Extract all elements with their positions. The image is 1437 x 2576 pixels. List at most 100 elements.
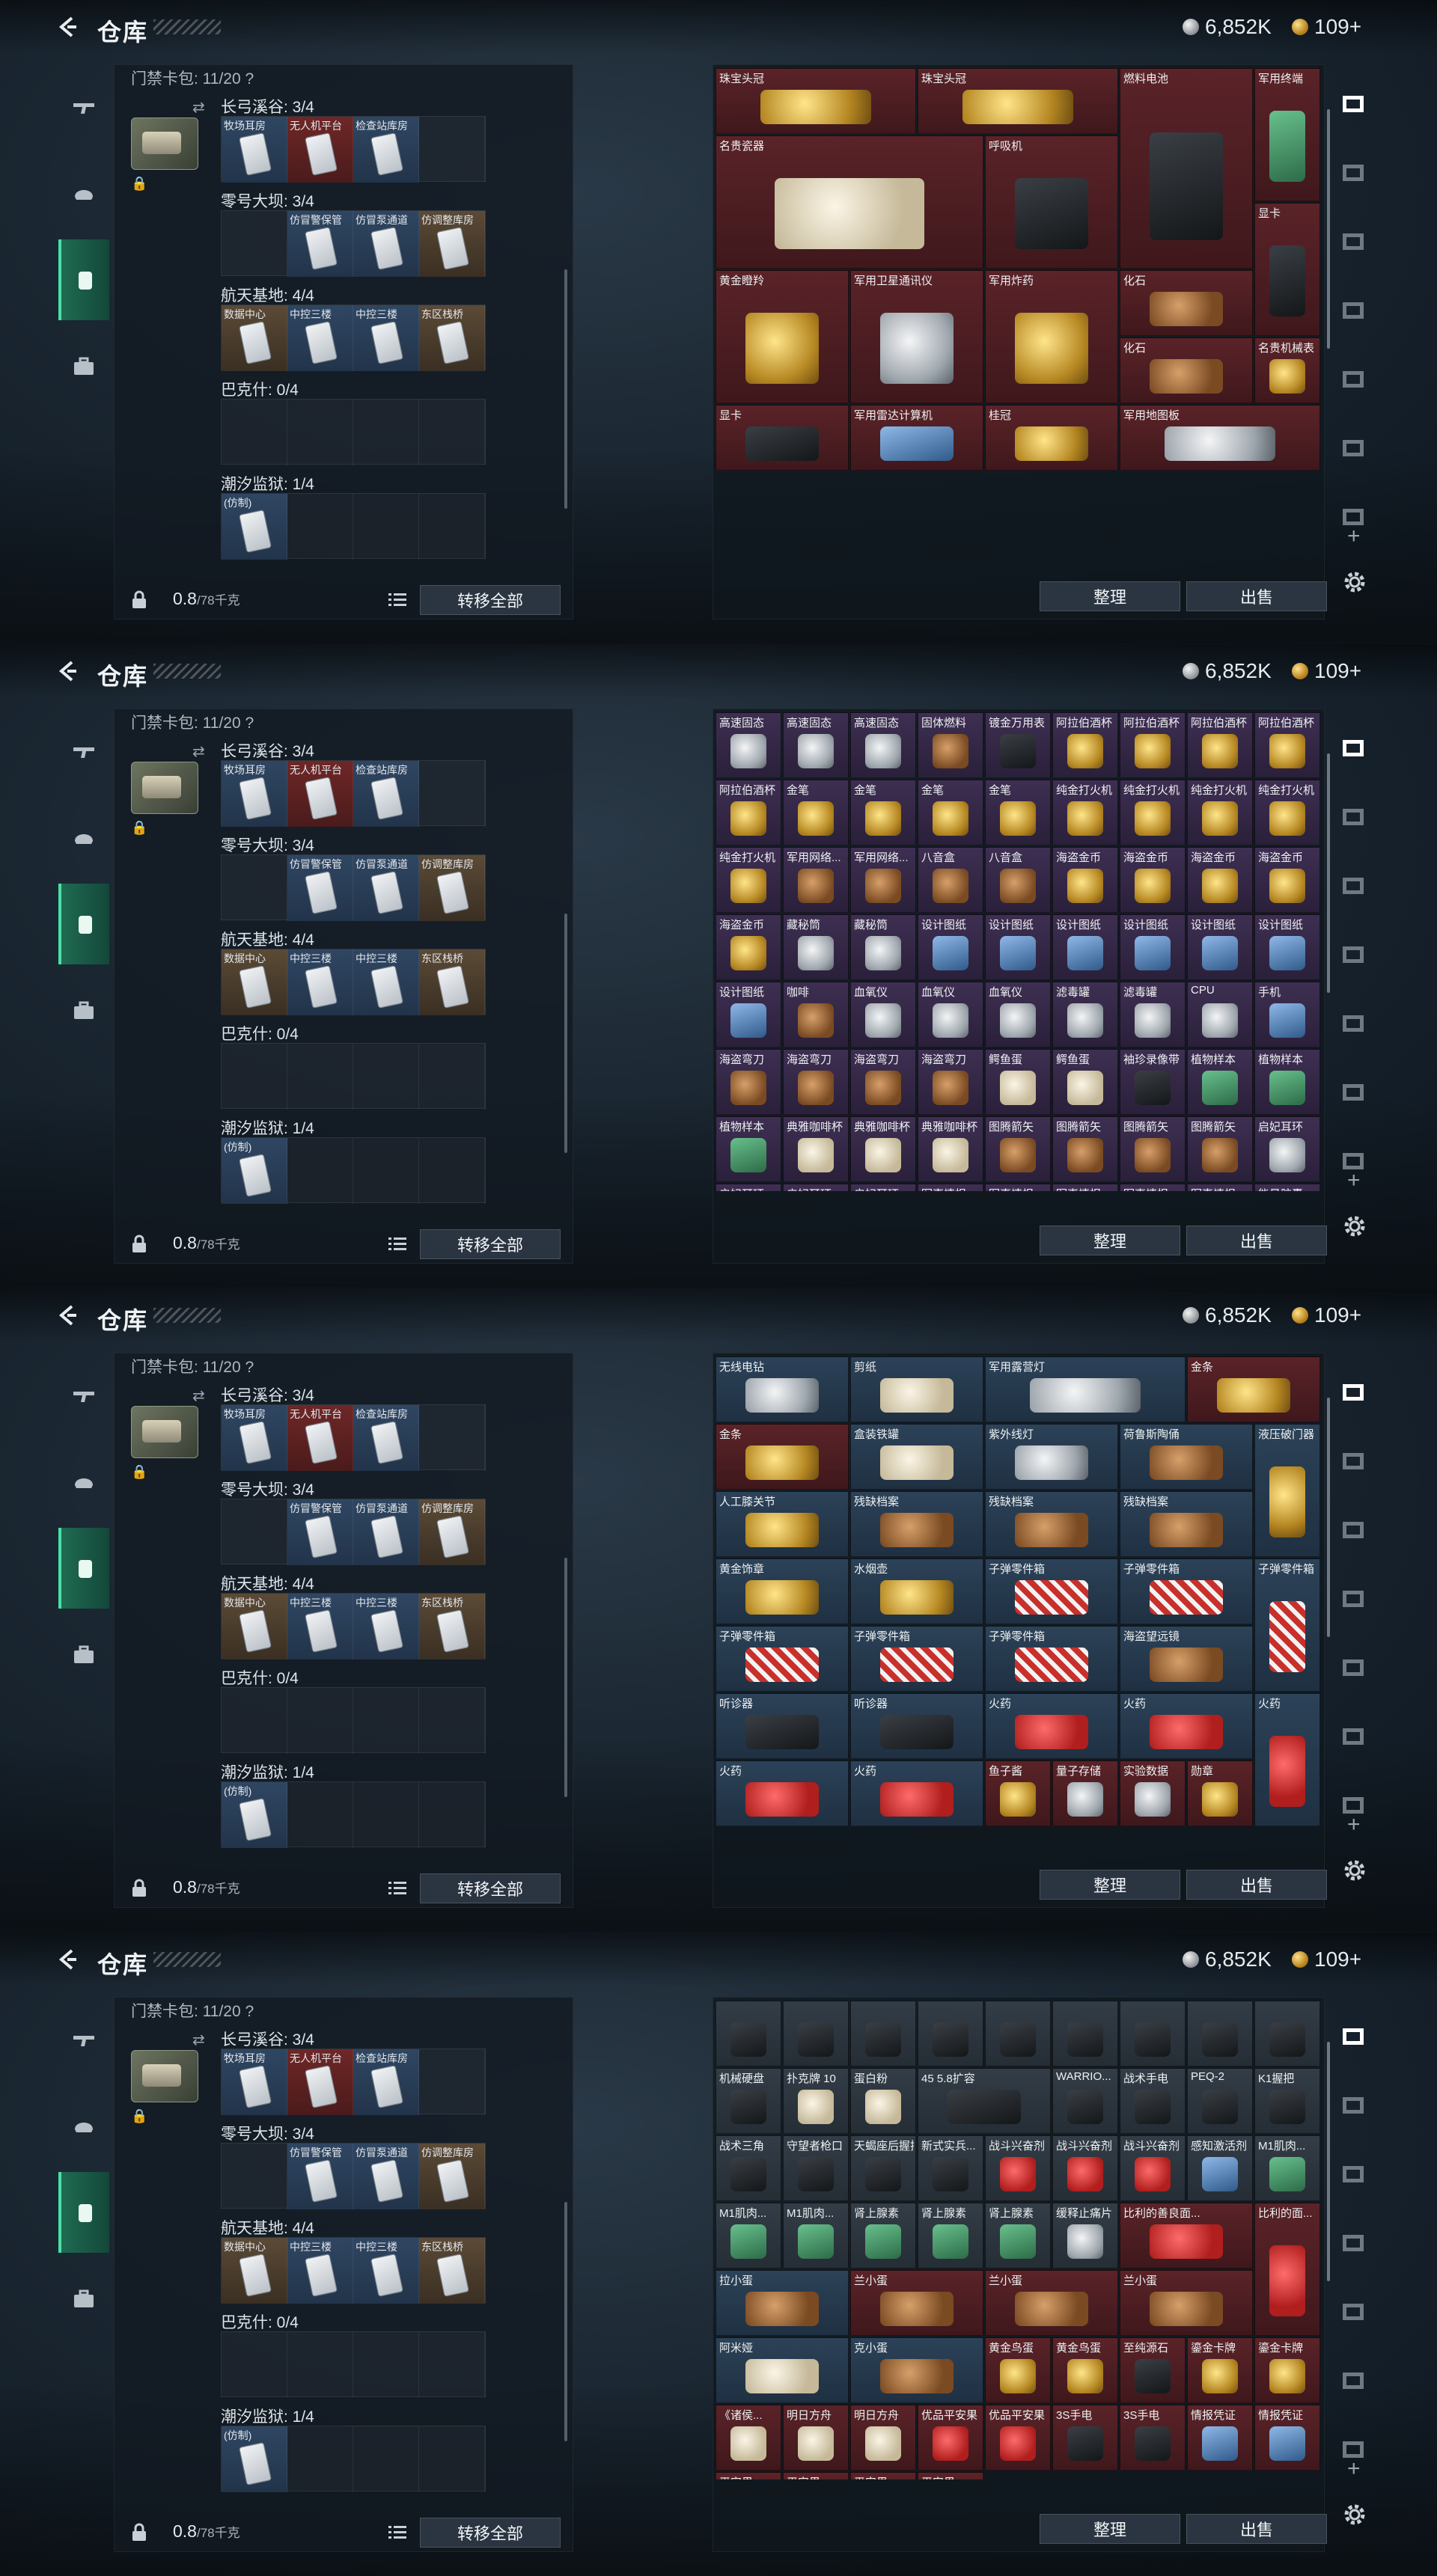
empty-keycard-slot[interactable] xyxy=(222,1688,287,1754)
storage-tab[interactable] xyxy=(1335,798,1371,834)
empty-keycard-slot[interactable] xyxy=(353,2332,419,2398)
warehouse-item[interactable]: 军事情报 xyxy=(985,1184,1051,1191)
warehouse-item[interactable]: 战斗兴奋剂 xyxy=(1120,2135,1186,2201)
warehouse-item[interactable]: 袖珍录像带 xyxy=(1120,1049,1186,1115)
empty-keycard-slot[interactable] xyxy=(222,2144,287,2209)
keycard-slot[interactable]: 数据中心 xyxy=(222,2238,287,2304)
warehouse-item[interactable]: 人工膝关节 xyxy=(716,1491,849,1557)
storage-tab[interactable] xyxy=(1335,154,1371,190)
tab-weapons[interactable] xyxy=(58,1354,109,1435)
warehouse-item[interactable]: 图腾箭矢 xyxy=(1120,1116,1186,1182)
warehouse-item[interactable]: 阿拉伯酒杯 xyxy=(716,780,781,845)
warehouse-item[interactable]: 海盗弯刀 xyxy=(783,1049,849,1115)
warehouse-item[interactable]: 残缺档案 xyxy=(1120,1491,1253,1557)
warehouse-item[interactable]: 设计图纸 xyxy=(1052,914,1118,980)
warehouse-item[interactable]: 阿拉伯酒杯 xyxy=(1187,712,1253,778)
storage-tab[interactable] xyxy=(1335,292,1371,328)
warehouse-item[interactable]: 金条 xyxy=(1187,1356,1320,1422)
warehouse-item[interactable]: 海盗金币 xyxy=(1052,847,1118,913)
keycard-slot[interactable]: 仿冒泵通道 xyxy=(353,1499,419,1565)
warehouse-item[interactable]: 黄金饰章 xyxy=(716,1558,849,1624)
swap-icon[interactable]: ⇄ xyxy=(192,98,205,117)
warehouse-item[interactable]: 海盗金币 xyxy=(1254,847,1320,913)
warehouse-item[interactable]: 名贵机械表 xyxy=(1254,337,1320,403)
warehouse-item[interactable]: 优品平安果 xyxy=(918,2405,983,2471)
warehouse-item[interactable] xyxy=(918,2001,983,2066)
tab-toolbox[interactable] xyxy=(58,326,109,407)
keycard-slot[interactable]: 无人机平台 xyxy=(287,1405,353,1471)
sell-button[interactable]: 出售 xyxy=(1186,1870,1327,1900)
empty-keycard-slot[interactable] xyxy=(419,1405,485,1471)
warehouse-item[interactable]: 呼吸机 xyxy=(985,135,1118,269)
warehouse-item[interactable]: 军用网络... xyxy=(850,847,916,913)
empty-keycard-slot[interactable] xyxy=(222,2332,287,2398)
storage-tab[interactable] xyxy=(1335,2362,1371,2398)
warehouse-item[interactable]: 纯金打火机 xyxy=(716,847,781,913)
storage-tab[interactable] xyxy=(1335,2087,1371,2123)
storage-tab[interactable] xyxy=(1335,867,1371,903)
empty-keycard-slot[interactable] xyxy=(287,400,353,465)
add-storage-button[interactable]: + xyxy=(1347,2456,1361,2482)
list-icon[interactable] xyxy=(388,2524,406,2541)
inventory-scrollbar[interactable] xyxy=(564,269,567,509)
storage-tab[interactable] xyxy=(1335,1443,1371,1478)
tab-weapons[interactable] xyxy=(58,1998,109,2079)
gear-icon[interactable] xyxy=(1341,1213,1368,1240)
storage-tab[interactable] xyxy=(1335,1374,1371,1410)
tab-backpack[interactable] xyxy=(58,2172,109,2253)
warehouse-item[interactable] xyxy=(1052,2001,1118,2066)
warehouse-item[interactable]: 肾上腺素 xyxy=(918,2203,983,2268)
silver-currency[interactable]: 6,852K xyxy=(1183,658,1272,685)
empty-keycard-slot[interactable] xyxy=(419,400,485,465)
sell-button[interactable]: 出售 xyxy=(1186,2514,1327,2544)
warehouse-item[interactable]: 火药 xyxy=(1254,1693,1320,1826)
warehouse-item[interactable]: 盒装铁罐 xyxy=(850,1424,983,1490)
keycard-slot[interactable]: 仿冒泵通道 xyxy=(353,211,419,277)
warehouse-item[interactable]: 植物样本 xyxy=(1254,1049,1320,1115)
storage-tab[interactable] xyxy=(1335,2293,1371,2329)
warehouse-item[interactable]: 设计图纸 xyxy=(1120,914,1186,980)
warehouse-item[interactable]: 显卡 xyxy=(716,405,849,471)
warehouse-item[interactable]: 咖啡 xyxy=(783,982,849,1047)
warehouse-item[interactable]: 子弹零件箱 xyxy=(985,1626,1118,1692)
keycard-case[interactable] xyxy=(131,117,198,170)
empty-keycard-slot[interactable] xyxy=(222,855,287,921)
empty-keycard-slot[interactable] xyxy=(353,494,419,560)
keycard-slot[interactable]: (仿制) xyxy=(222,494,287,560)
warehouse-item[interactable]: 听诊器 xyxy=(716,1693,849,1759)
warehouse-item[interactable]: 固体燃料 xyxy=(918,712,983,778)
warehouse-item[interactable]: WARRIO... xyxy=(1052,2068,1118,2134)
empty-keycard-slot[interactable] xyxy=(419,1688,485,1754)
warehouse-item[interactable]: 军事情报 xyxy=(1187,1184,1253,1191)
keycard-slot[interactable]: 牧场耳房 xyxy=(222,1405,287,1471)
warehouse-item[interactable]: 平安果 xyxy=(783,2472,849,2479)
keycard-slot[interactable]: 中控三楼 xyxy=(353,1594,419,1659)
empty-keycard-slot[interactable] xyxy=(353,2426,419,2492)
warehouse-item[interactable]: 阿米娅 xyxy=(716,2337,849,2403)
inventory-scrollbar[interactable] xyxy=(564,914,567,1153)
keycard-slot[interactable]: 中控三楼 xyxy=(287,2238,353,2304)
keycard-slot[interactable]: 仿调整库房 xyxy=(419,211,485,277)
warehouse-scrollbar[interactable] xyxy=(1327,753,1330,993)
warehouse-item[interactable]: 海盗弯刀 xyxy=(918,1049,983,1115)
storage-tab[interactable] xyxy=(1335,1718,1371,1754)
silver-currency[interactable]: 6,852K xyxy=(1183,1302,1272,1329)
warehouse-item[interactable]: 情报凭证 xyxy=(1187,2405,1253,2471)
warehouse-item[interactable]: 设计图纸 xyxy=(918,914,983,980)
warehouse-item[interactable]: 金笔 xyxy=(918,780,983,845)
warehouse-item[interactable]: 鳄鱼蛋 xyxy=(985,1049,1051,1115)
warehouse-item[interactable]: 战斗兴奋剂 xyxy=(1052,2135,1118,2201)
warehouse-item[interactable]: 金条 xyxy=(716,1424,849,1490)
keycard-slot[interactable]: 数据中心 xyxy=(222,949,287,1015)
keycard-case[interactable] xyxy=(131,2050,198,2102)
sell-button[interactable]: 出售 xyxy=(1186,1226,1327,1255)
warehouse-item[interactable]: 水烟壶 xyxy=(850,1558,983,1624)
warehouse-item[interactable] xyxy=(1254,2001,1320,2066)
warehouse-item[interactable]: 机械硬盘 xyxy=(716,2068,781,2134)
sort-button[interactable]: 整理 xyxy=(1040,581,1180,611)
warehouse-item[interactable]: 3S手电 xyxy=(1052,2405,1118,2471)
warehouse-item[interactable]: 军用卫星通讯仪 xyxy=(850,270,983,403)
storage-tab[interactable] xyxy=(1335,936,1371,972)
warehouse-item[interactable]: 启妃耳环 xyxy=(850,1184,916,1191)
keycard-slot[interactable]: 中控三楼 xyxy=(287,949,353,1015)
